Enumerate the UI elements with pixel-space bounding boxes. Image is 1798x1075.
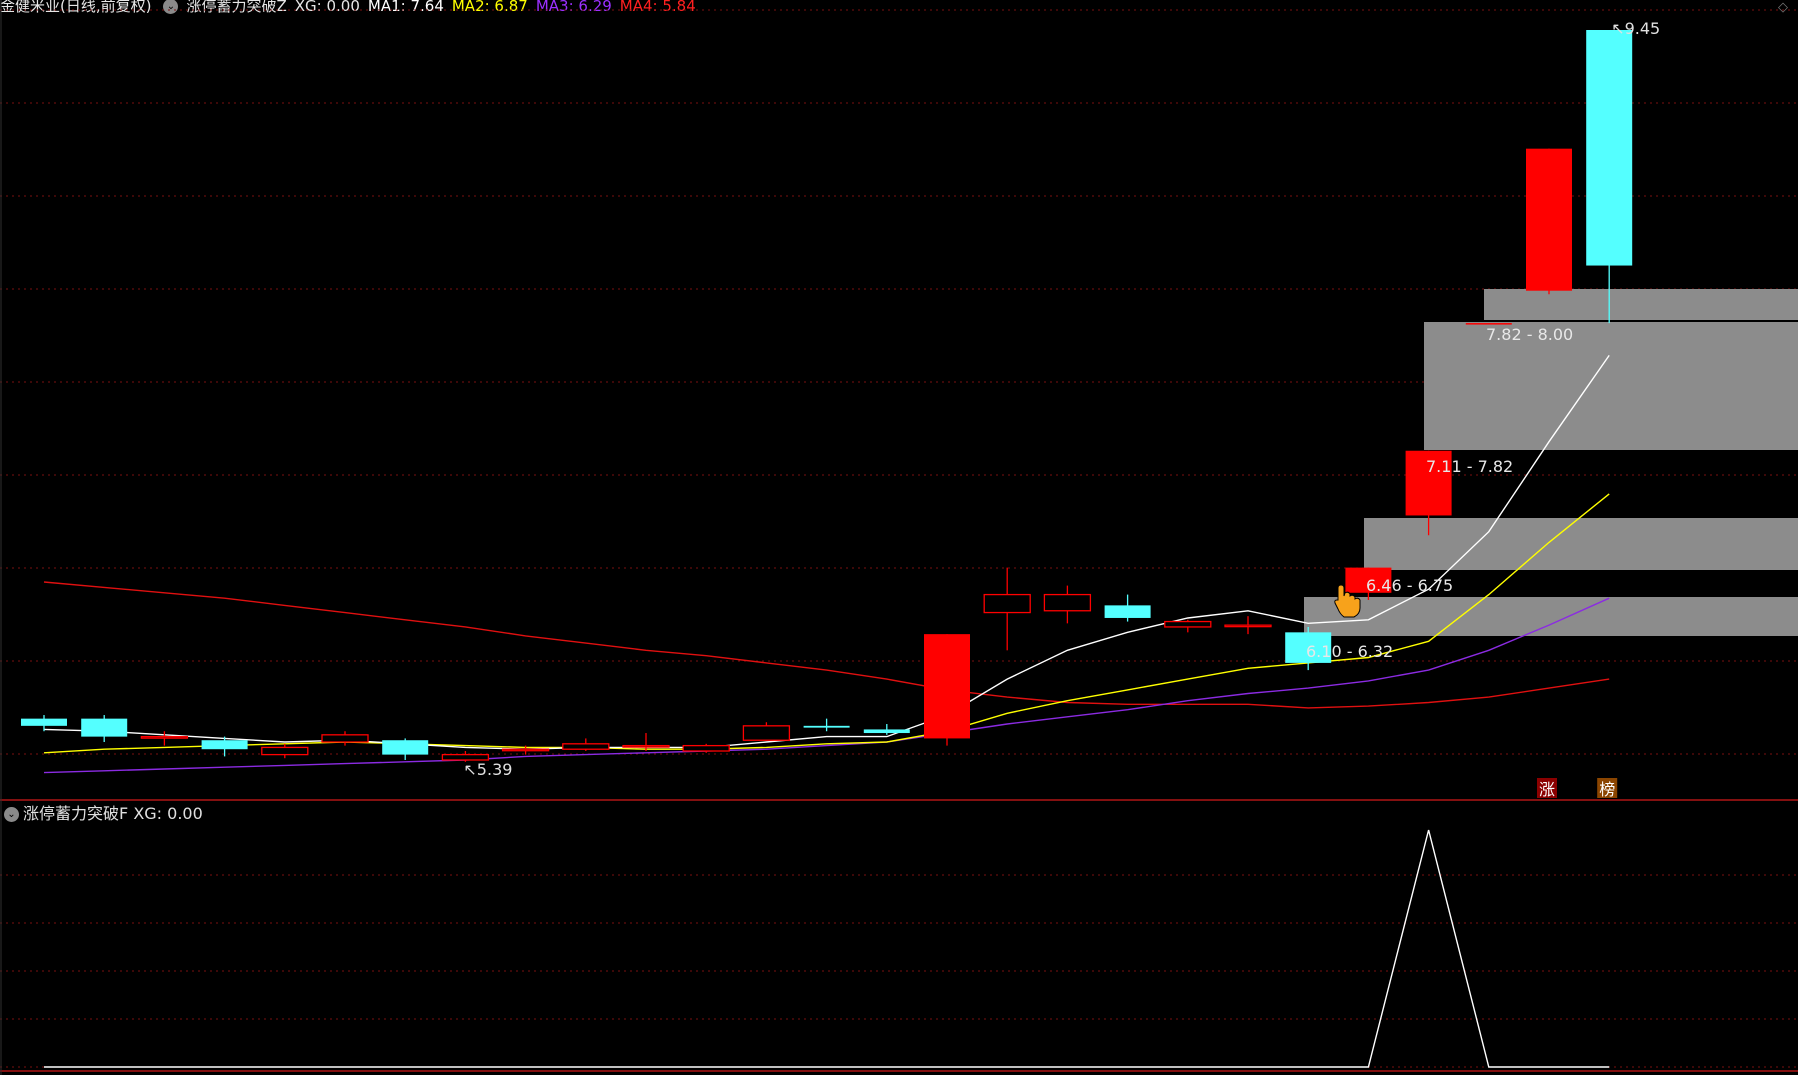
zone-label: 6.10 - 6.32 [1306, 642, 1393, 661]
candle[interactable] [924, 634, 970, 746]
candle[interactable] [562, 738, 610, 752]
candle-body [382, 740, 429, 755]
candle[interactable] [1224, 616, 1272, 635]
candle[interactable] [1104, 594, 1151, 622]
candle[interactable] [261, 743, 309, 759]
xg-line [44, 829, 1610, 1068]
candle-body [321, 734, 369, 743]
candle[interactable] [81, 715, 128, 743]
candle-body [562, 743, 610, 750]
price-zone [1484, 289, 1798, 320]
candle-body [140, 735, 189, 739]
candle-body [501, 748, 550, 752]
kline-chart[interactable]: ↖9.45 ↖5.39 7.82 - 8.00 7.11 - 7.82 6.46 - 6… [0, 0, 1798, 1075]
candle-body [1164, 620, 1212, 628]
candle-body [742, 725, 791, 741]
candle-body [803, 725, 850, 728]
candle[interactable] [983, 567, 1031, 651]
candle-body [1104, 605, 1151, 618]
price-zone [1424, 322, 1798, 450]
candle-body [81, 718, 128, 737]
candle-body [21, 718, 67, 726]
bang-marker: 榜 [1599, 780, 1615, 799]
candle[interactable] [21, 715, 67, 732]
zone-label: 6.46 - 6.75 [1366, 576, 1453, 595]
high-price-label: ↖9.45 [1611, 19, 1660, 38]
candle[interactable] [742, 722, 791, 741]
zone-label: 7.82 - 8.00 [1486, 325, 1573, 344]
candle-body [261, 746, 309, 756]
candle[interactable] [1586, 30, 1633, 324]
candle[interactable] [682, 743, 730, 753]
zhang-marker: 涨 [1539, 780, 1555, 799]
candle[interactable] [803, 718, 850, 732]
candle-body [1043, 593, 1092, 612]
candle[interactable] [1164, 619, 1212, 633]
candle[interactable] [382, 738, 429, 760]
candle[interactable] [863, 724, 910, 735]
candle-body [983, 593, 1031, 614]
candle[interactable] [1043, 585, 1092, 624]
zone-label: 7.11 - 7.82 [1426, 457, 1513, 476]
candle[interactable] [321, 731, 369, 746]
candle-body [1224, 624, 1272, 628]
candle-body [682, 744, 730, 752]
low-price-label: ↖5.39 [463, 760, 512, 779]
candle-body [924, 634, 970, 739]
sub-indicator-chart [44, 829, 1610, 1068]
candle-body [1526, 148, 1572, 291]
candle-body [201, 740, 248, 750]
candle[interactable] [1526, 148, 1572, 295]
candle-body [1586, 30, 1633, 266]
price-zone [1304, 597, 1798, 636]
candle-body [622, 744, 670, 748]
candle-body [863, 729, 910, 734]
